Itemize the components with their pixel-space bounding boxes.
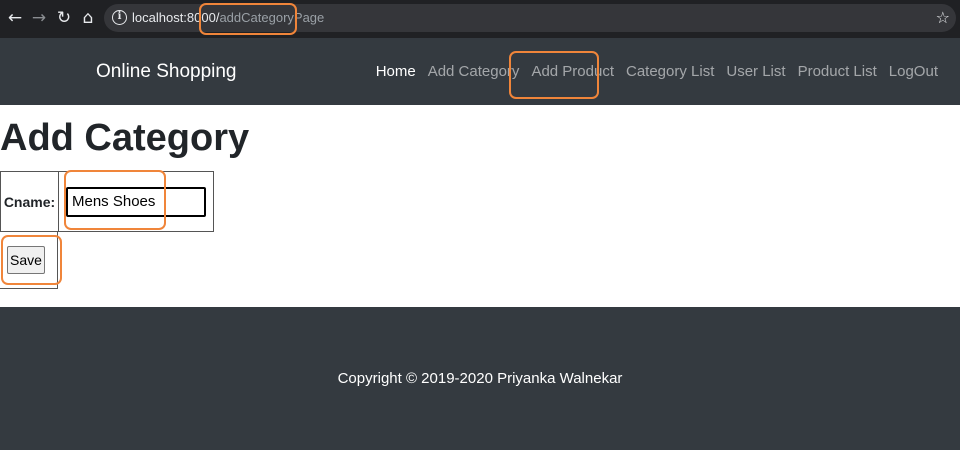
main-content: Add Category Cname: Save: [0, 105, 960, 307]
forward-arrow-icon[interactable]: →: [28, 5, 50, 31]
bookmark-star-icon[interactable]: ☆: [936, 4, 950, 32]
url-path: addCategoryPage: [219, 10, 325, 25]
table-row: Cname:: [0, 171, 214, 232]
reload-icon[interactable]: ↻: [53, 5, 75, 31]
nav-links: Home Add Category Add Product Category L…: [376, 61, 938, 83]
copyright-text: Copyright © 2019-2020 Priyanka Walnekar: [337, 370, 623, 387]
url-text[interactable]: localhost:8000/addCategoryPage: [132, 4, 324, 32]
nav-link-home[interactable]: Home: [376, 61, 416, 83]
browser-toolbar: ← → ↻ ⌂ i localhost:8000/addCategoryPage…: [0, 0, 960, 38]
cname-cell: [58, 171, 214, 232]
address-bar[interactable]: i localhost:8000/addCategoryPage ☆: [104, 4, 956, 32]
save-button[interactable]: Save: [7, 246, 45, 274]
nav-link-user-list[interactable]: User List: [726, 61, 785, 83]
nav-link-logout[interactable]: LogOut: [889, 61, 938, 83]
info-icon[interactable]: i: [112, 10, 127, 25]
cname-label: Cname:: [0, 171, 59, 232]
home-icon[interactable]: ⌂: [77, 5, 99, 31]
site-navbar: Online Shopping Home Add Category Add Pr…: [0, 38, 960, 105]
category-form-table: Cname:: [0, 171, 214, 232]
cname-input[interactable]: [66, 186, 206, 217]
back-arrow-icon[interactable]: ←: [4, 5, 26, 31]
page-title: Add Category: [0, 117, 250, 159]
nav-link-add-category[interactable]: Add Category: [428, 61, 520, 83]
url-host: localhost:8000/: [132, 10, 220, 25]
nav-link-add-product[interactable]: Add Product: [531, 61, 614, 83]
nav-link-category-list[interactable]: Category List: [626, 61, 714, 83]
brand-link[interactable]: Online Shopping: [96, 60, 237, 84]
nav-link-product-list[interactable]: Product List: [798, 61, 877, 83]
save-cell: Save: [0, 231, 58, 289]
site-footer: Copyright © 2019-2020 Priyanka Walnekar: [0, 307, 960, 450]
